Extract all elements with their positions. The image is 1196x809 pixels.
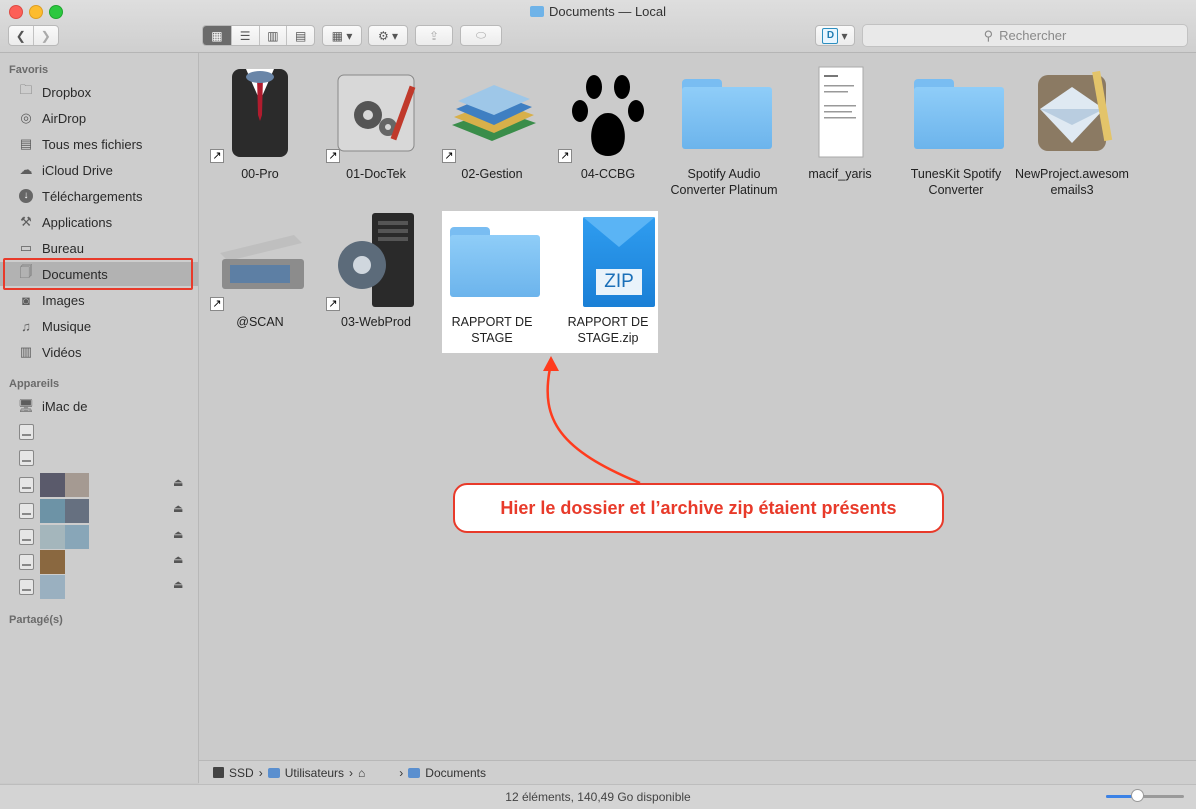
- path-bar: SSD › Utilisateurs › ⌂ › Documents: [199, 760, 1196, 784]
- callout-text: Hier le dossier et l’archive zip étaient…: [500, 497, 897, 518]
- path-item-documents[interactable]: Documents: [425, 766, 486, 780]
- callout-arrow: [543, 356, 641, 485]
- path-item-users[interactable]: Utilisateurs: [285, 766, 344, 780]
- hard-drive-icon: [213, 767, 224, 778]
- icon-size-slider[interactable]: [1106, 795, 1184, 798]
- status-text: 12 éléments, 140,49 Go disponible: [505, 790, 691, 804]
- home-icon: ⌂: [358, 765, 366, 780]
- chevron-right-icon: ›: [258, 765, 263, 780]
- path-item-ssd[interactable]: SSD: [229, 766, 254, 780]
- folder-icon: [408, 767, 421, 778]
- folder-icon: [267, 767, 280, 778]
- status-bar: 12 éléments, 140,49 Go disponible: [0, 784, 1196, 809]
- chevron-right-icon: ›: [349, 765, 354, 780]
- chevron-right-icon: ›: [399, 765, 404, 780]
- callout-annotation: Hier le dossier et l’archive zip étaient…: [453, 483, 944, 533]
